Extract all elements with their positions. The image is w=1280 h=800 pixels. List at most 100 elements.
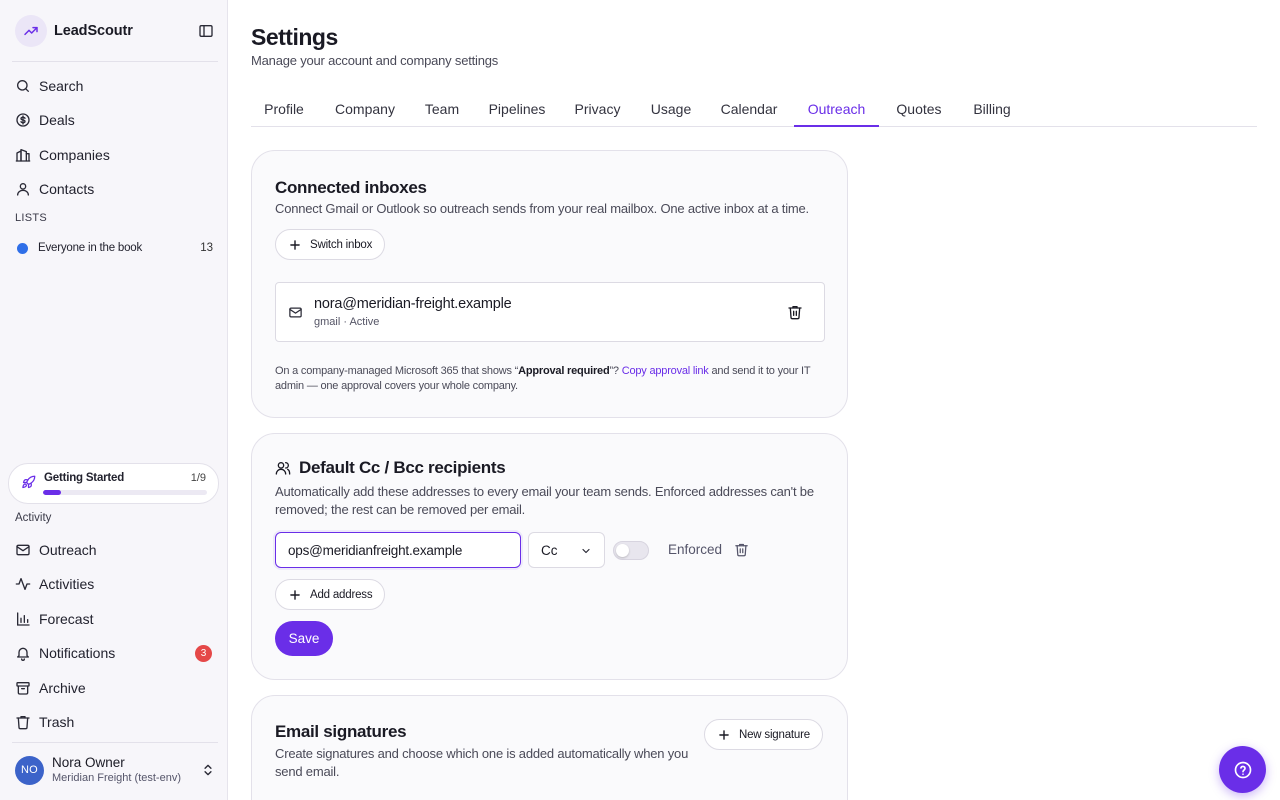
sidebar-item-label: Deals: [39, 112, 75, 128]
trash-icon[interactable]: [734, 542, 749, 557]
activity-pulse-icon: [15, 576, 31, 592]
sidebar-item-label: Search: [39, 78, 84, 94]
sidebar-item-outreach[interactable]: Outreach: [15, 538, 97, 562]
trash-icon[interactable]: [787, 304, 803, 320]
sidebar-item-label: Notifications: [39, 645, 116, 661]
plus-icon: [717, 728, 731, 742]
sidebar-item-label: Contacts: [39, 181, 95, 197]
sidebar-item-label: Outreach: [39, 542, 97, 558]
email-signatures-title: Email signatures: [275, 722, 407, 741]
dollar-circle-icon: [15, 112, 31, 128]
sidebar-item-companies[interactable]: Companies: [15, 143, 110, 167]
help-circle-icon: [1233, 760, 1253, 780]
tab-privacy[interactable]: Privacy: [564, 94, 631, 127]
sidebar-item-label: Trash: [39, 714, 75, 730]
new-signature-button[interactable]: New signature: [704, 719, 823, 750]
divider: [12, 61, 218, 62]
search-icon: [15, 78, 31, 94]
sidebar-item-label: Companies: [39, 147, 110, 163]
bar-chart-icon: [15, 611, 31, 627]
add-address-label: Add address: [310, 588, 373, 601]
note-text: ”?: [609, 365, 622, 377]
user-menu[interactable]: NO Nora Owner Meridian Freight (test-env…: [15, 754, 215, 786]
notifications-badge: 3: [195, 645, 212, 662]
connected-inboxes-title: Connected inboxes: [275, 178, 427, 197]
getting-started-card[interactable]: Getting Started 1/9: [8, 463, 219, 504]
new-signature-label: New signature: [739, 728, 810, 741]
getting-started-progress: [43, 490, 207, 495]
page-title: Settings: [251, 24, 338, 50]
sidebar-item-contacts[interactable]: Contacts: [15, 177, 94, 201]
tab-profile[interactable]: Profile: [251, 94, 317, 127]
tab-quotes[interactable]: Quotes: [886, 94, 952, 127]
trending-up-icon: [15, 15, 47, 47]
cc-bcc-card: Default Cc / Bcc recipients Automaticall…: [251, 433, 848, 680]
sidebar-item-activities[interactable]: Activities: [15, 572, 94, 596]
inbox-row: nora@meridian-freight.example gmail · Ac…: [275, 282, 825, 342]
enforced-toggle[interactable]: [613, 541, 649, 560]
cc-bcc-title: Default Cc / Bcc recipients: [299, 458, 506, 477]
save-button[interactable]: Save: [275, 621, 333, 656]
switch-inbox-label: Switch inbox: [310, 238, 373, 251]
brand[interactable]: LeadScoutr: [15, 15, 215, 47]
cc-bcc-header: Default Cc / Bcc recipients: [275, 458, 506, 478]
chevron-down-icon: [580, 545, 592, 557]
cc-type-select[interactable]: Cc: [528, 532, 605, 568]
getting-started-count: 1/9: [190, 472, 206, 484]
settings-tabs: Profile Company Team Pipelines Privacy U…: [251, 94, 1257, 127]
tab-outreach[interactable]: Outreach: [794, 94, 879, 127]
activity-heading: Activity: [15, 512, 52, 524]
list-item-count: 13: [200, 242, 213, 254]
connected-inboxes-description: Connect Gmail or Outlook so outreach sen…: [275, 201, 809, 216]
list-item-label: Everyone in the book: [38, 242, 143, 254]
avatar: NO: [15, 755, 44, 785]
brand-name: LeadScoutr: [54, 23, 133, 39]
user-org: Meridian Freight (test-env): [52, 772, 181, 784]
sidebar-item-notifications[interactable]: Notifications: [15, 641, 115, 665]
tab-team[interactable]: Team: [414, 94, 470, 127]
cc-address-input[interactable]: [275, 532, 521, 568]
list-color-dot: [17, 242, 28, 254]
help-button[interactable]: [1219, 746, 1266, 793]
getting-started-label: Getting Started: [44, 472, 125, 484]
cc-bcc-description: Automatically add these addresses to eve…: [275, 484, 814, 517]
approval-note: On a company-managed Microsoft 365 that …: [275, 364, 815, 393]
inbox-email: nora@meridian-freight.example: [314, 296, 512, 312]
connected-inboxes-card: Connected inboxes Connect Gmail or Outlo…: [251, 150, 848, 418]
sidebar-item-trash[interactable]: Trash: [15, 710, 74, 734]
toggle-knob: [616, 544, 629, 557]
email-signatures-description: Create signatures and choose which one i…: [275, 746, 689, 779]
sidebar-item-deals[interactable]: Deals: [15, 108, 75, 132]
sidebar-item-forecast[interactable]: Forecast: [15, 607, 93, 631]
divider: [12, 742, 218, 743]
user-name: Nora Owner: [52, 755, 125, 770]
switch-inbox-button[interactable]: Switch inbox: [275, 229, 386, 260]
building-icon: [15, 147, 31, 163]
lists-heading: LISTS: [15, 212, 48, 224]
progress-fill: [43, 490, 62, 495]
sidebar: LeadScoutr Search Deals Companies Contac…: [0, 0, 228, 800]
mail-icon: [15, 542, 31, 558]
list-item[interactable]: Everyone in the book 13: [15, 240, 213, 256]
tab-calendar[interactable]: Calendar: [711, 94, 787, 127]
user-icon: [15, 181, 31, 197]
sidebar-item-label: Forecast: [39, 611, 94, 627]
email-signatures-card: Email signatures Create signatures and c…: [251, 695, 848, 800]
enforced-label: Enforced: [668, 542, 723, 557]
copy-approval-link[interactable]: Copy approval link: [622, 365, 709, 377]
sidebar-item-archive[interactable]: Archive: [15, 676, 86, 700]
tab-company[interactable]: Company: [323, 94, 407, 127]
tab-usage[interactable]: Usage: [638, 94, 704, 127]
tab-billing[interactable]: Billing: [959, 94, 1025, 127]
trash-icon: [15, 714, 31, 730]
sidebar-toggle-icon[interactable]: [197, 22, 215, 40]
add-address-button[interactable]: Add address: [275, 579, 386, 610]
page-subtitle: Manage your account and company settings: [251, 53, 499, 68]
sidebar-item-search[interactable]: Search: [15, 74, 83, 98]
inbox-status: gmail · Active: [314, 316, 380, 328]
tab-pipelines[interactable]: Pipelines: [476, 94, 558, 127]
sidebar-item-label: Archive: [39, 680, 86, 696]
cc-type-value: Cc: [541, 542, 558, 558]
note-strong: Approval required: [518, 365, 610, 377]
note-text: On a company-managed Microsoft 365 that …: [275, 365, 519, 377]
